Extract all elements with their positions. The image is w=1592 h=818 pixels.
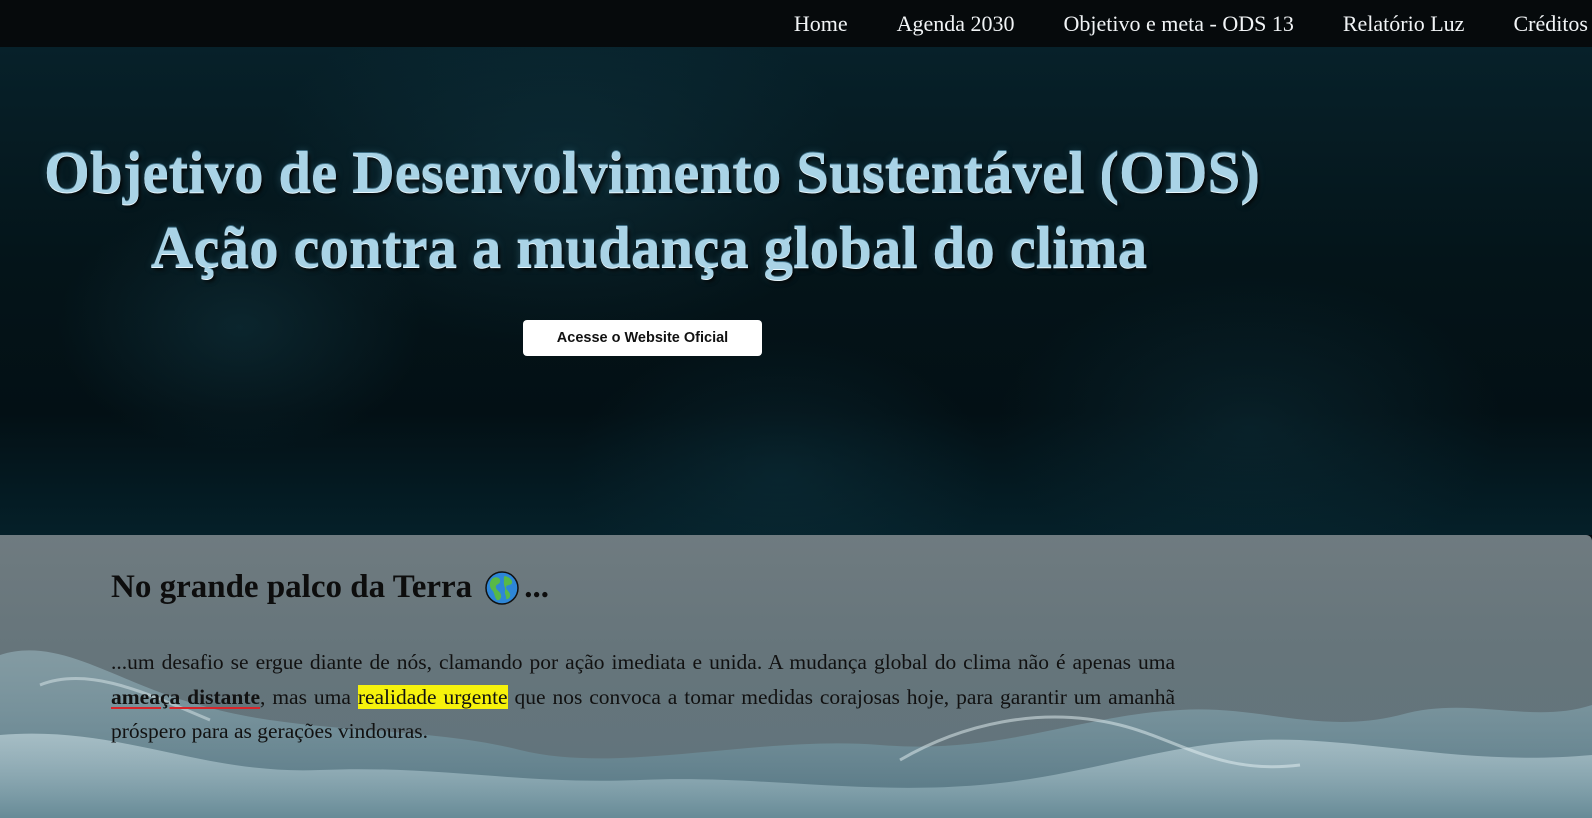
paragraph-part2: , mas uma	[260, 684, 358, 709]
intro-section: No grande palco da Terra ... ...um desaf…	[0, 535, 1592, 818]
section-heading-text: No grande palco da Terra	[111, 569, 473, 605]
emphasis-ameaca-distante: ameaça distante	[111, 684, 261, 709]
nav-item-relatorio-luz[interactable]: Relatório Luz	[1343, 11, 1465, 37]
hero-title-line1: Objetivo de Desenvolvimento Sustentável …	[44, 139, 1260, 205]
official-website-button[interactable]: Acesse o Website Oficial	[523, 320, 762, 356]
nav-item-home[interactable]: Home	[794, 11, 848, 37]
paragraph-part1: ...um desafio se ergue diante de nós, cl…	[111, 650, 1175, 674]
nav-item-creditos[interactable]: Créditos	[1513, 11, 1588, 37]
hero-banner: Objetivo de Desenvolvimento Sustentável …	[0, 47, 1592, 535]
nav-menu: Home Agenda 2030 Objetivo e meta - ODS 1…	[794, 0, 1592, 47]
globe-americas-icon	[485, 570, 519, 605]
highlight-realidade-urgente: realidade urgente	[357, 684, 508, 709]
intro-paragraph: ...um desafio se ergue diante de nós, cl…	[111, 645, 1175, 749]
top-navbar: Home Agenda 2030 Objetivo e meta - ODS 1…	[0, 0, 1592, 47]
nav-item-agenda-2030[interactable]: Agenda 2030	[897, 11, 1015, 37]
hero-title-line2: Ação contra a mudança global do clima	[150, 214, 1148, 280]
nav-item-objetivo-meta[interactable]: Objetivo e meta - ODS 13	[1064, 11, 1294, 37]
section-heading: No grande palco da Terra ...	[111, 569, 549, 606]
hero-title: Objetivo de Desenvolvimento Sustentável …	[0, 135, 1290, 285]
section-heading-ellipsis: ...	[524, 569, 549, 605]
